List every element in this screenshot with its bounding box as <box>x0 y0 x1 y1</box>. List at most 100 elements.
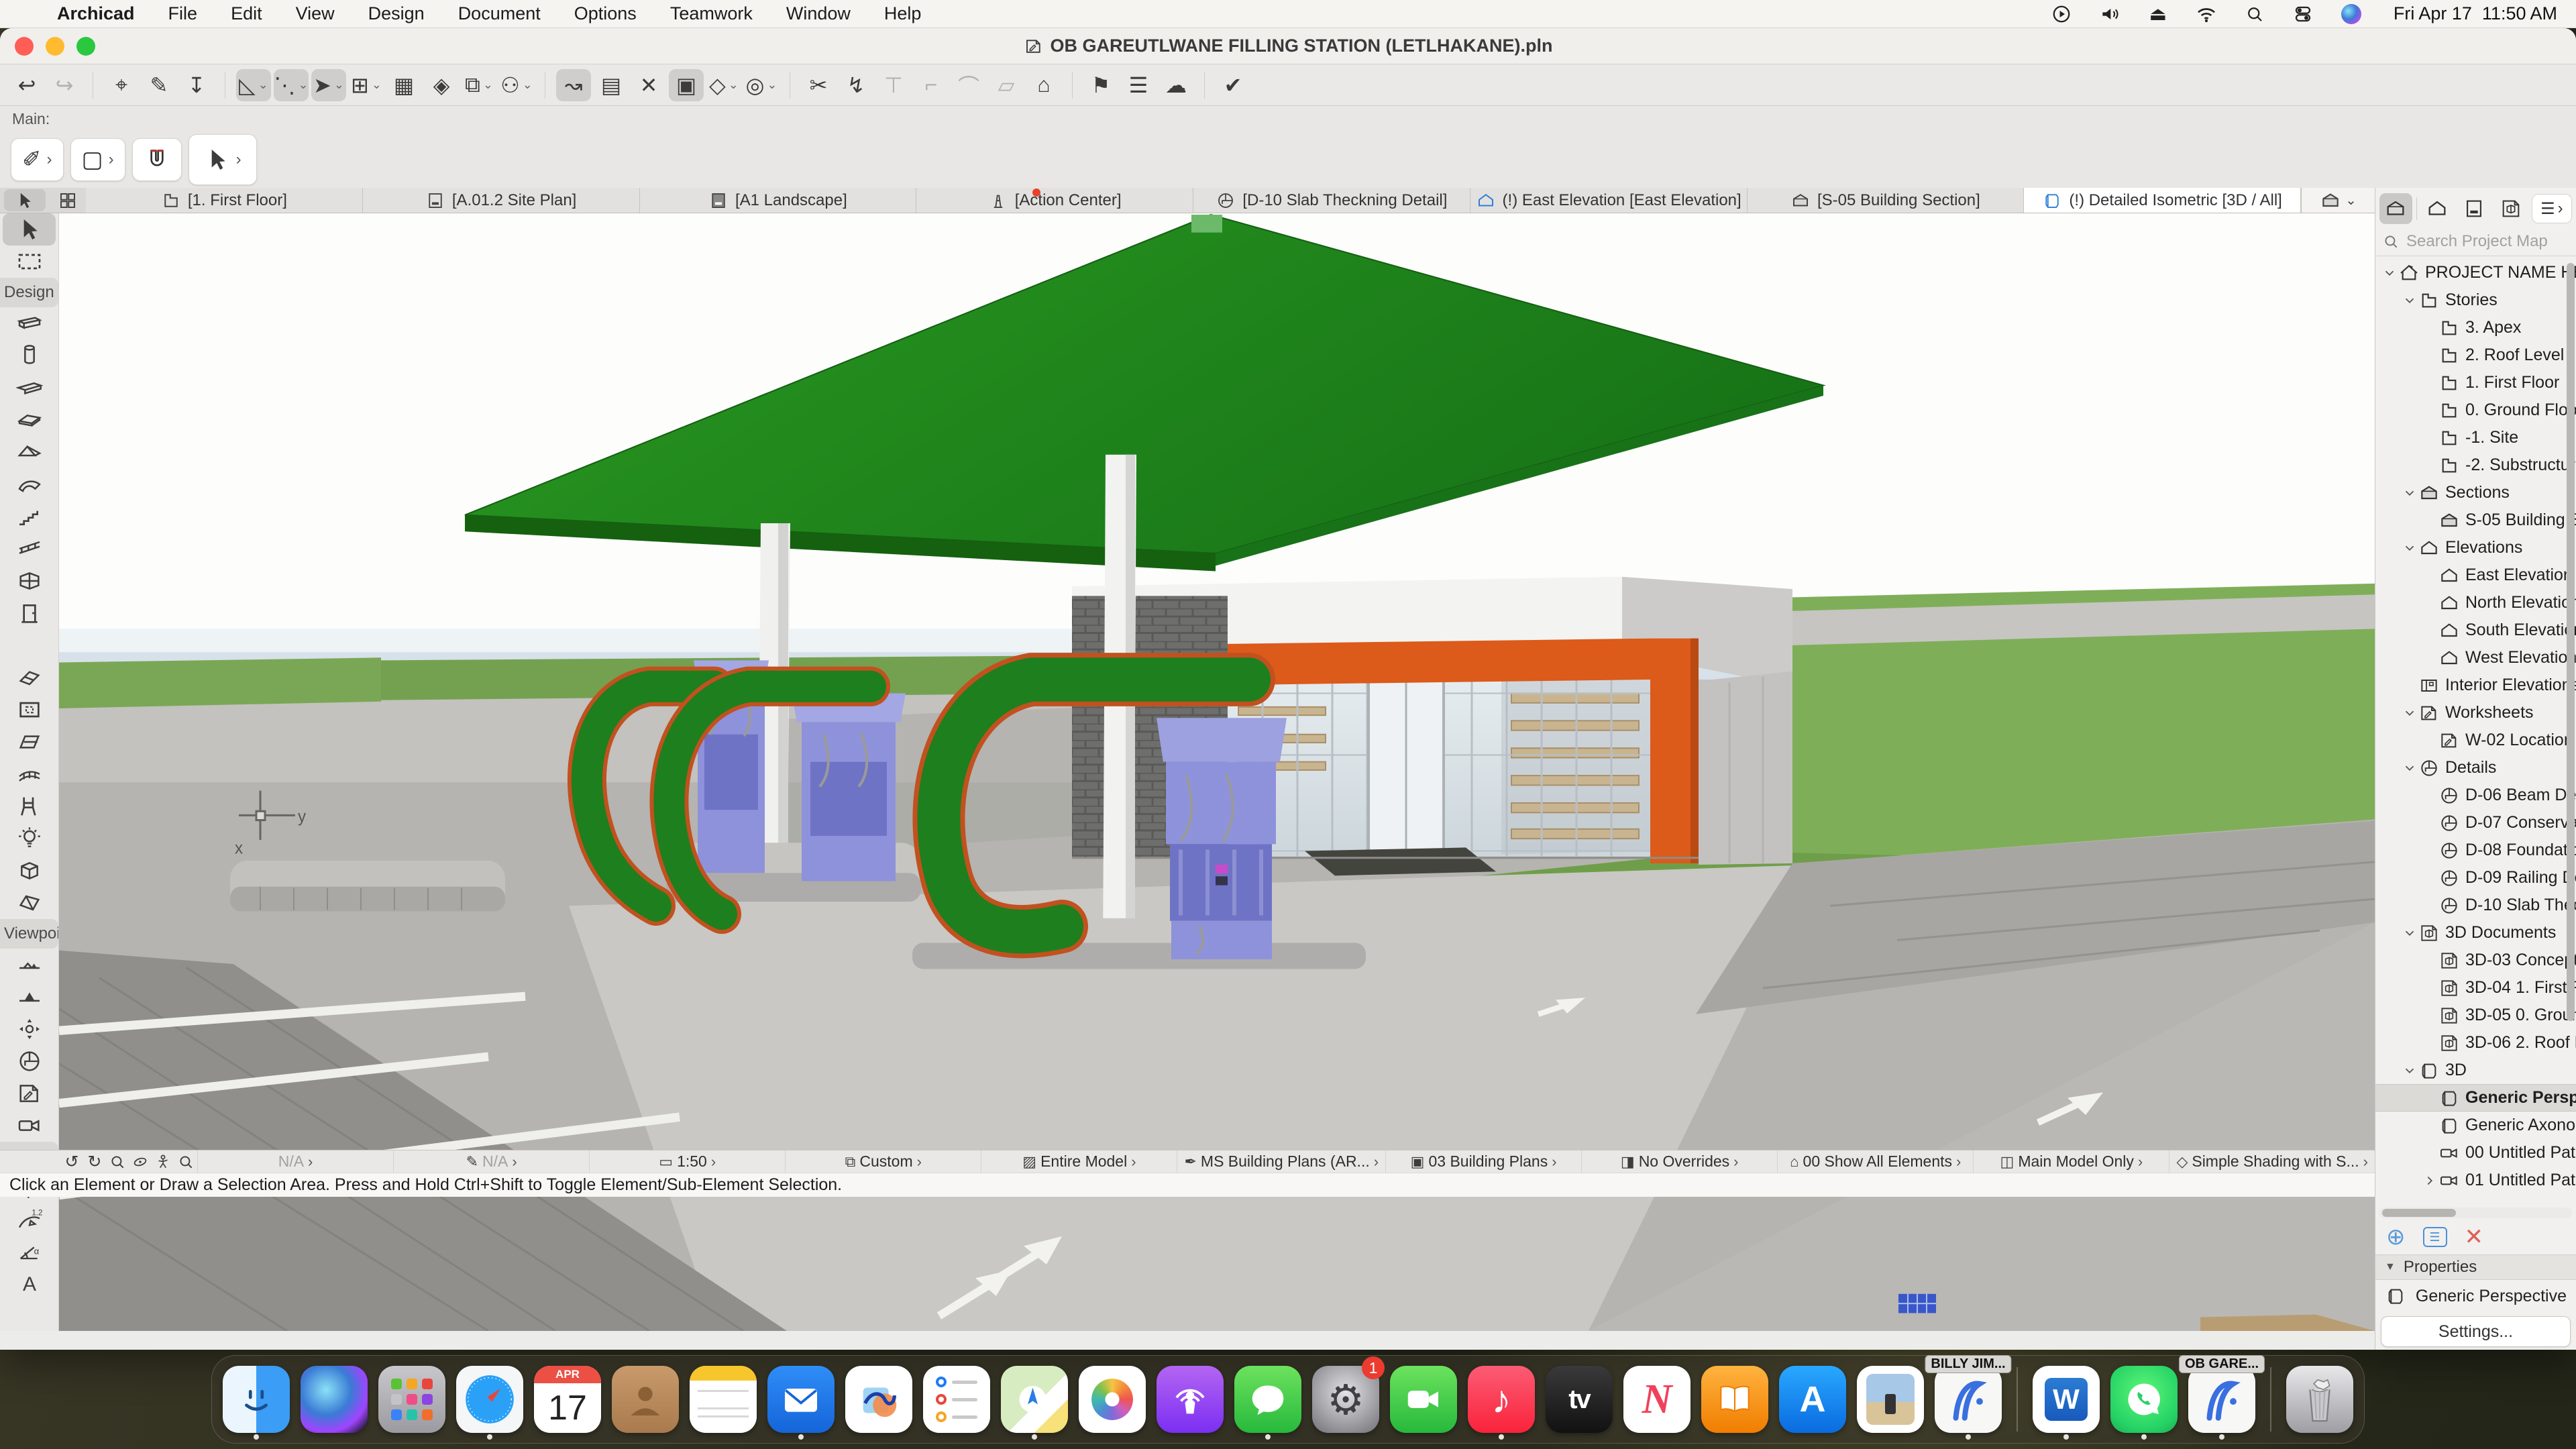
layer-combination-field[interactable]: ⧉Custom› <box>785 1150 981 1173</box>
dock-siri[interactable] <box>299 1360 369 1438</box>
layout-book-tab[interactable] <box>2458 193 2491 224</box>
add-viewpoint-button[interactable]: ⊕ <box>2386 1224 2406 1250</box>
3d-style-field[interactable]: ◇Simple Shading with S...› <box>2169 1150 2375 1173</box>
menu-view[interactable]: View <box>279 3 352 23</box>
zone-tool[interactable] <box>0 726 58 758</box>
arrow-tool[interactable] <box>3 213 56 246</box>
dock-preview-image[interactable] <box>1856 1360 1925 1438</box>
dock-archicad2[interactable]: OB GARE... <box>2187 1360 2257 1438</box>
tree-item-3d-05-0-ground-f[interactable]: 3D-05 0. Ground F <box>2375 1002 2576 1029</box>
dock-notes[interactable] <box>688 1360 758 1438</box>
menu-design[interactable]: Design <box>352 3 441 23</box>
navigator-search[interactable] <box>2375 227 2576 256</box>
delete-viewpoint-button[interactable]: ✕ <box>2465 1224 2484 1250</box>
scale-field[interactable]: ▭1:50› <box>589 1150 785 1173</box>
tab-d-10-slab-theckning-detail[interactable]: [D-10 Slab Theckning Detail] <box>1193 188 1470 213</box>
menu-document[interactable]: Document <box>441 3 557 23</box>
wall-tool[interactable] <box>0 307 58 339</box>
explode-button[interactable]: ✕ <box>631 69 666 101</box>
tab-overflow-button[interactable]: ⌄ <box>2301 188 2375 213</box>
menu-file[interactable]: File <box>152 3 215 23</box>
tree-item-worksheets[interactable]: Worksheets <box>2375 699 2576 727</box>
menu-window[interactable]: Window <box>769 3 867 23</box>
tree-item-generic-perspect[interactable]: Generic Perspect <box>2375 1084 2576 1112</box>
control-center-icon[interactable] <box>2292 3 2314 25</box>
opening-tool[interactable] <box>0 694 58 726</box>
dock-appstore[interactable]: A <box>1778 1360 1847 1438</box>
tree-item-d-10-slab-theckni[interactable]: D-10 Slab Theckni <box>2375 892 2576 919</box>
dock-facetime[interactable] <box>1389 1360 1458 1438</box>
tree-item-1-first-floor[interactable]: 1. First Floor <box>2375 369 2576 396</box>
profile-options-button[interactable]: ⚇⌄ <box>499 69 534 101</box>
grid-display-button[interactable]: ▦ <box>386 69 421 101</box>
search-input[interactable] <box>2406 232 2561 251</box>
dock-freeform[interactable] <box>844 1360 914 1438</box>
dock-messages[interactable] <box>1233 1360 1303 1438</box>
dock-books[interactable] <box>1700 1360 1770 1438</box>
redo-button[interactable]: ↪ <box>47 69 82 101</box>
tree-item-details[interactable]: Details <box>2375 754 2576 782</box>
tab-a1-landscape[interactable]: [A1 Landscape] <box>640 188 917 213</box>
dock-mail[interactable] <box>766 1360 836 1438</box>
bimcloud-button[interactable]: ☁ <box>1159 69 1193 101</box>
tab-detailed-isometric-3d-all[interactable]: (!) Detailed Isometric [3D / All] <box>2024 188 2301 213</box>
chevron-down-icon[interactable] <box>2401 541 2418 555</box>
dock-whatsapp[interactable] <box>2109 1360 2179 1438</box>
tree-item-3d-documents[interactable]: 3D Documents <box>2375 919 2576 947</box>
layer-na-field[interactable]: N/A› <box>197 1150 393 1173</box>
flag-favorites-button[interactable]: ⚑ <box>1083 69 1118 101</box>
tree-item-w-02-location-ma[interactable]: W-02 Location Ma <box>2375 727 2576 754</box>
walk-mode-button[interactable] <box>152 1153 174 1171</box>
current-tool-button[interactable] <box>4 189 46 211</box>
structure-display-field[interactable]: ▨Entire Model› <box>981 1150 1177 1173</box>
minimize-button[interactable] <box>46 37 64 56</box>
chevron-down-icon[interactable] <box>2401 706 2418 720</box>
pen-set-field[interactable]: ✒MS Building Plans (AR...› <box>1177 1150 1385 1173</box>
slab-tool[interactable] <box>0 404 58 436</box>
object-tool[interactable] <box>0 790 58 822</box>
tree-item-stories[interactable]: Stories <box>2375 286 2576 314</box>
dock-reminders[interactable] <box>922 1360 991 1438</box>
nav-forward-button[interactable]: ↻ <box>83 1152 106 1172</box>
dock-maps[interactable] <box>1000 1360 1069 1438</box>
tab-east-elevation-east-elevation[interactable]: (!) East Elevation [East Elevation] <box>1470 188 1748 213</box>
dock-contacts[interactable] <box>610 1360 680 1438</box>
split-button[interactable]: ✂ <box>801 69 836 101</box>
column-tool[interactable] <box>0 339 58 372</box>
tree-item-d-09-railing-detai[interactable]: D-09 Railing Detai <box>2375 864 2576 892</box>
story-marker-tool[interactable] <box>0 949 58 981</box>
dock-finder[interactable] <box>221 1360 291 1438</box>
tree-item-3-apex[interactable]: 3. Apex <box>2375 314 2576 341</box>
fuel-pump-center[interactable] <box>1157 718 1287 959</box>
properties-header[interactable]: ▼ Properties <box>2375 1254 2576 1280</box>
tab-overview-button[interactable] <box>50 188 86 213</box>
railing-tool[interactable] <box>0 533 58 565</box>
tree-item-sections[interactable]: Sections <box>2375 479 2576 506</box>
dock-podcasts[interactable] <box>1155 1360 1225 1438</box>
roof-tool[interactable] <box>0 436 58 468</box>
angle-dimension-tool[interactable] <box>0 1236 58 1268</box>
zoom-in-button[interactable] <box>106 1153 129 1171</box>
dock-tv[interactable]: tv <box>1544 1360 1614 1438</box>
tab-s-05-building-section[interactable]: [S-05 Building Section] <box>1748 188 2025 213</box>
tree-item-west-elevation-au[interactable]: West Elevation (Au <box>2375 644 2576 672</box>
fit-in-window-button[interactable] <box>174 1153 197 1171</box>
tree-item-project-name-here[interactable]: PROJECT NAME HERE <box>2375 259 2576 286</box>
chevron-down-icon[interactable] <box>2401 926 2418 941</box>
snap-grid-button[interactable]: ⊞⌄ <box>349 69 384 101</box>
tree-item-01-untitled-path[interactable]: 01 Untitled Path <box>2375 1167 2576 1194</box>
dock-calendar[interactable]: APR17 <box>533 1360 602 1438</box>
marquee-tool[interactable] <box>0 246 58 278</box>
guide-lines-button[interactable]: ◺⌄ <box>236 69 271 101</box>
zoom-to-selection-button[interactable]: ⌖ <box>104 69 139 101</box>
trim-button[interactable]: ↯ <box>839 69 873 101</box>
spotlight-icon[interactable] <box>2243 3 2266 25</box>
chevron-down-icon[interactable] <box>2401 486 2418 500</box>
tree-scrollbar[interactable] <box>2567 263 2575 1021</box>
intersect-button[interactable]: ⌐ <box>914 69 949 101</box>
tree-item-south-elevation-a[interactable]: South Elevation (A <box>2375 616 2576 644</box>
navigator-menu-button[interactable]: ☰› <box>2532 194 2572 223</box>
tree-item-0-ground-floor[interactable]: 0. Ground Floor <box>2375 396 2576 424</box>
tree-item-2-substructure[interactable]: -2. Substructure <box>2375 451 2576 479</box>
worksheet-tool[interactable] <box>0 1077 58 1110</box>
